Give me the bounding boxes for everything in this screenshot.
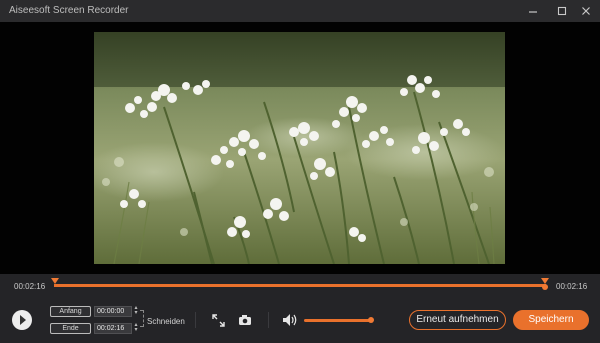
cut-label[interactable]: Schneiden [147, 317, 185, 326]
save-button[interactable]: Speichern [513, 310, 589, 330]
start-time-input[interactable]: 00:00:00 [94, 306, 132, 317]
end-label: Ende [50, 323, 91, 334]
timeline-progress [54, 284, 546, 287]
trim-bracket [140, 310, 144, 327]
close-button[interactable] [578, 3, 594, 19]
minimize-icon [529, 11, 537, 13]
camera-icon[interactable] [238, 314, 252, 326]
rerecord-button[interactable]: Erneut aufnehmen [409, 310, 506, 330]
end-time-stepper[interactable]: ▴ ▾ [133, 322, 139, 334]
playhead[interactable] [542, 284, 548, 290]
trim-start-handle[interactable] [51, 278, 59, 284]
start-label: Anfang [50, 306, 91, 317]
divider [268, 312, 269, 328]
volume-knob[interactable] [368, 317, 374, 323]
speaker-icon[interactable] [282, 313, 298, 327]
window-title: Aiseesoft Screen Recorder [9, 5, 129, 16]
maximize-icon [557, 6, 567, 16]
total-time: 00:02:16 [556, 282, 588, 291]
play-button[interactable] [12, 310, 32, 330]
video-preview[interactable] [94, 32, 505, 264]
title-bar: Aiseesoft Screen Recorder [0, 0, 600, 22]
minimize-button[interactable] [525, 3, 541, 19]
video-stage [0, 22, 600, 274]
maximize-button[interactable] [554, 3, 570, 19]
start-time-stepper[interactable]: ▴ ▾ [133, 305, 139, 317]
divider [195, 312, 196, 328]
current-time: 00:02:16 [14, 282, 46, 291]
control-bar: 00:02:16 00:02:16 Anfang 00:00:00 ▴ ▾ End… [0, 274, 600, 343]
volume-slider[interactable] [304, 319, 371, 322]
expand-icon[interactable] [212, 314, 225, 327]
close-icon [582, 7, 590, 15]
end-time-input[interactable]: 00:02:16 [94, 323, 132, 334]
timeline-track[interactable] [54, 284, 546, 287]
